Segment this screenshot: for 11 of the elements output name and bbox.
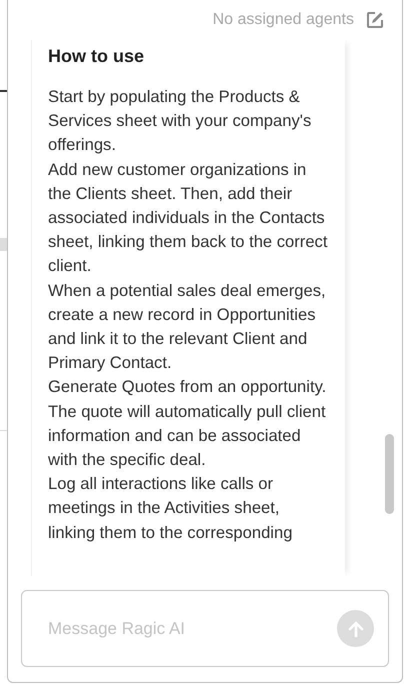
scrollbar[interactable] [385,434,394,514]
edit-icon[interactable] [366,11,384,29]
instruction-text: Start by populating the Products & Services sheet with your company's offerings. [48,86,312,156]
agent-status: No assigned agents [212,11,354,29]
card-title: How to use [48,46,146,67]
arrow-up-icon [346,618,366,638]
message-field[interactable]: Message Ragic AI [46,618,337,640]
instruction-text: Log all interactions like calls or meetings in the Activities sheet, linking them to the corresponding [48,473,294,544]
instruction-text: Generate Quotes from an opportunity. The quote will automatically pull client information and can be associated with the specific deal. [48,376,328,472]
instruction-text: When a potential sales deal emerges, create a new record in Opportunities and link it to the relevant Client and Primary Contact. [48,280,327,374]
instruction-text: Add new customer organizations in the Clients sheet. Then, add their associated individuals in the Contacts sheet, linking them back to the correct client. [48,158,328,278]
